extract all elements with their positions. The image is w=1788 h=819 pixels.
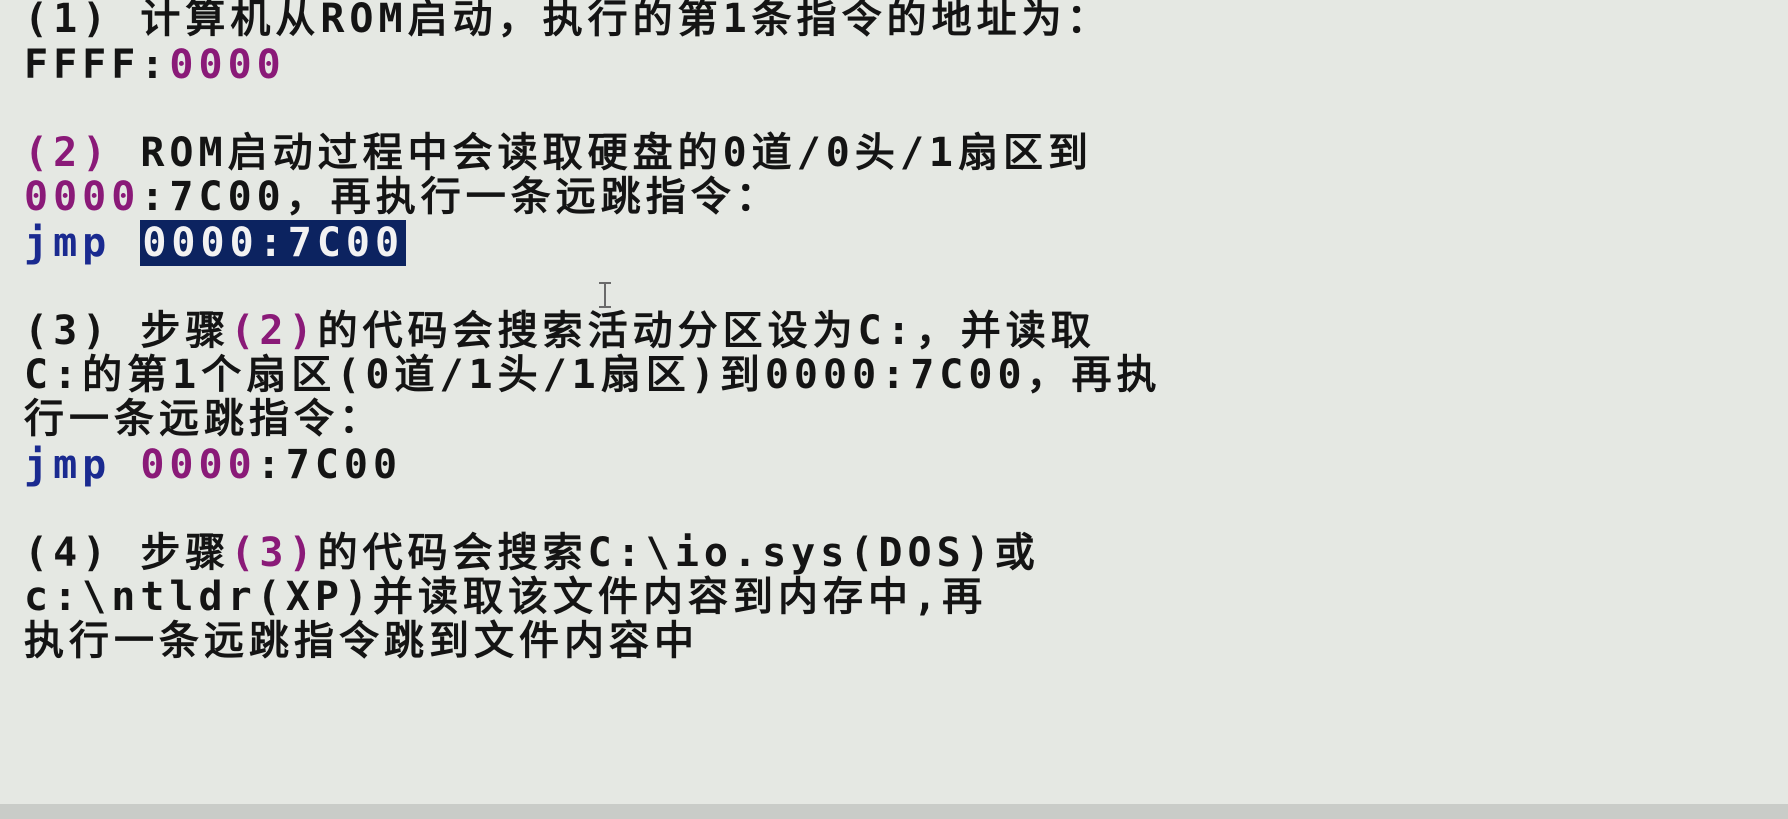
step4-line1: (4) 步骤(3)的代码会搜索C:\io.sys(DOS)或	[24, 528, 1040, 578]
step2-address: 0000	[24, 174, 141, 220]
step3-rest: 的代码会搜索活动分区设为C:，并读取	[317, 308, 1096, 354]
step1-text: 计算机从ROM启动，执行的第1条指令的地址为：	[111, 0, 1112, 42]
step1-line2: FFFF:0000	[24, 40, 286, 90]
step1-address: 0000	[169, 42, 286, 88]
step2-text-cont: :7C00，再执行一条远跳指令：	[140, 174, 781, 220]
step2-line2: 0000:7C00，再执行一条远跳指令：	[24, 172, 781, 222]
step3-line1: (3) 步骤(2)的代码会搜索活动分区设为C:，并读取	[24, 306, 1096, 356]
step2-jmp-line: jmp 0000:7C00	[24, 218, 407, 268]
step3-ref: (2)	[230, 308, 318, 354]
step3-line2-text: C:的第1个扇区(0道/1头/1扇区)到0000:7C00，再执	[24, 352, 1162, 398]
step1-segment: FFFF:	[24, 42, 170, 88]
step2-text: ROM启动过程中会读取硬盘的0道/0头/1扇区到	[111, 130, 1093, 176]
step3-number: (3)	[24, 308, 112, 354]
step3-line2: C:的第1个扇区(0道/1头/1扇区)到0000:7C00，再执	[24, 350, 1162, 400]
step4-line3-text: 执行一条远跳指令跳到文件内容中	[24, 618, 699, 664]
step4-line2: c:\ntldr(XP)并读取该文件内容到内存中,再	[24, 572, 987, 622]
step3-text: 步骤	[111, 308, 231, 354]
step1-label: (1)	[24, 0, 112, 42]
step3-jmp-rest: :7C00	[256, 442, 403, 488]
step4-line3: 执行一条远跳指令跳到文件内容中	[24, 616, 699, 666]
text-cursor-icon	[599, 282, 611, 308]
step4-ref: (3)	[230, 530, 318, 576]
step4-text: 步骤	[111, 530, 231, 576]
step2-number: (2)	[24, 130, 112, 176]
step3-jmp-keyword: jmp	[24, 442, 112, 488]
cropped-next-line	[0, 786, 1788, 819]
step4-number: (4)	[24, 530, 112, 576]
step3-jmp-line: jmp 0000:7C00	[24, 440, 402, 490]
step4-rest: 的代码会搜索C:\io.sys(DOS)或	[317, 530, 1040, 576]
step2-jmp-keyword: jmp	[24, 220, 112, 266]
bottom-strip	[0, 804, 1788, 819]
step3-jmp-address: 0000	[140, 442, 257, 488]
step2-jmp-target-selected[interactable]: 0000:7C00	[140, 220, 407, 266]
step2-line1: (2) ROM启动过程中会读取硬盘的0道/0头/1扇区到	[24, 128, 1093, 178]
step4-line2-text: c:\ntldr(XP)并读取该文件内容到内存中,再	[24, 574, 988, 620]
step1-line1: (1) 计算机从ROM启动，执行的第1条指令的地址为：	[24, 0, 1112, 44]
step3-line3-text: 行一条远跳指令：	[24, 396, 384, 442]
step3-line3: 行一条远跳指令：	[24, 394, 384, 444]
